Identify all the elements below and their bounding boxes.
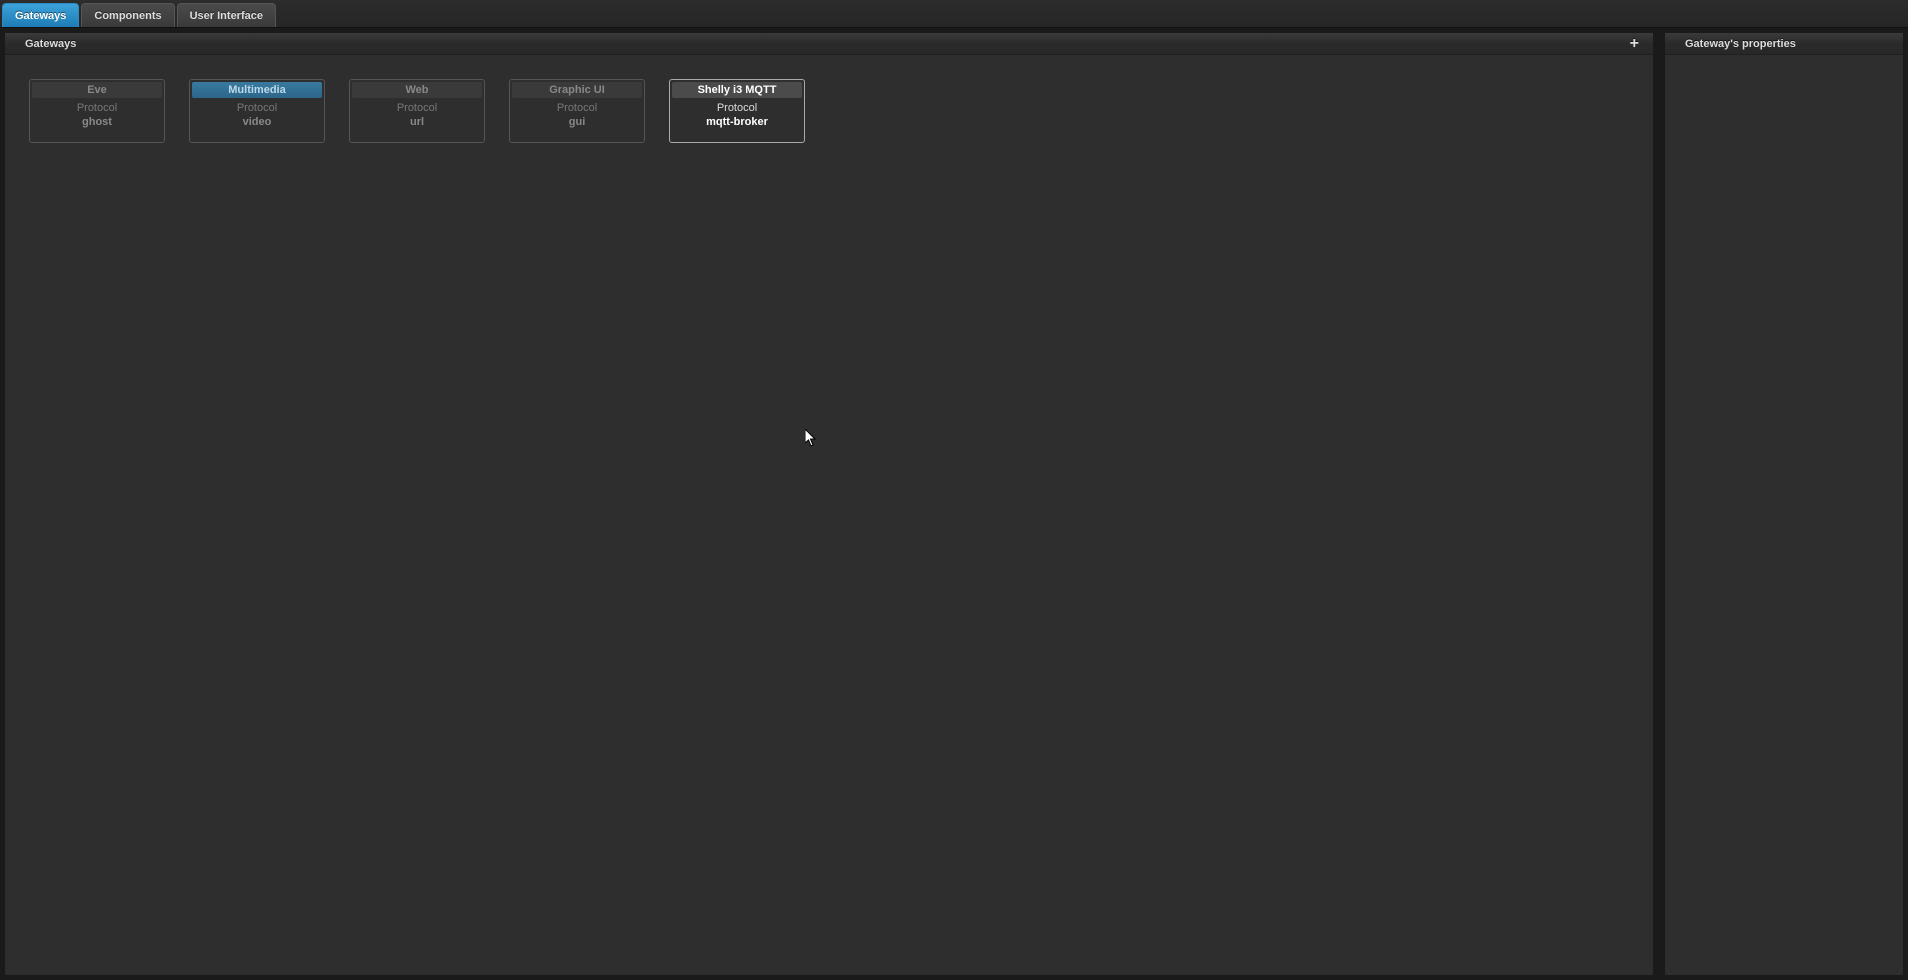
gateway-card[interactable]: Eve Protocol ghost bbox=[29, 79, 165, 143]
gateway-card-title: Web bbox=[352, 82, 482, 98]
gateway-card-protocol-label: Protocol bbox=[77, 102, 117, 114]
gateway-card-protocol-value: mqtt-broker bbox=[706, 116, 768, 128]
gateway-card-title: Shelly i3 MQTT bbox=[672, 82, 802, 98]
gateways-panel-title: Gateways bbox=[25, 38, 76, 50]
tab-gateways[interactable]: Gateways bbox=[2, 3, 79, 27]
gateway-card[interactable]: Web Protocol url bbox=[349, 79, 485, 143]
tab-components[interactable]: Components bbox=[81, 3, 174, 27]
gateway-card-protocol-label: Protocol bbox=[717, 102, 757, 114]
gateway-card-title: Graphic UI bbox=[512, 82, 642, 98]
gateway-card-protocol-label: Protocol bbox=[237, 102, 277, 114]
properties-panel: Gateway's properties bbox=[1664, 32, 1904, 976]
gateway-card-protocol-value: ghost bbox=[82, 116, 112, 128]
gateway-card[interactable]: Multimedia Protocol video bbox=[189, 79, 325, 143]
properties-panel-header: Gateway's properties bbox=[1665, 33, 1903, 55]
properties-body bbox=[1665, 55, 1903, 975]
gateway-card-protocol-label: Protocol bbox=[397, 102, 437, 114]
gateway-card-protocol-label: Protocol bbox=[557, 102, 597, 114]
gateway-card-title: Eve bbox=[32, 82, 162, 98]
gateway-card[interactable]: Shelly i3 MQTT Protocol mqtt-broker bbox=[669, 79, 805, 143]
top-tab-bar: Gateways Components User Interface bbox=[0, 0, 1908, 28]
content-wrap: Gateways + Eve Protocol ghost Multimedia Pro… bbox=[0, 28, 1908, 980]
main-panel: Gateways + Eve Protocol ghost Multimedia Pro… bbox=[4, 32, 1904, 976]
gateway-card-title: Multimedia bbox=[192, 82, 322, 98]
add-gateway-button[interactable]: + bbox=[1626, 36, 1643, 52]
gateway-card-protocol-value: gui bbox=[569, 116, 586, 128]
tab-user-interface[interactable]: User Interface bbox=[177, 3, 276, 27]
app-root: Gateways Components User Interface Gatew… bbox=[0, 0, 1908, 980]
gateways-list: Eve Protocol ghost Multimedia Protocol video W… bbox=[5, 55, 1653, 975]
gateway-card[interactable]: Graphic UI Protocol gui bbox=[509, 79, 645, 143]
gateways-panel-header: Gateways + bbox=[5, 33, 1653, 55]
gateway-card-protocol-value: url bbox=[410, 116, 424, 128]
gateway-card-protocol-value: video bbox=[243, 116, 272, 128]
properties-panel-title: Gateway's properties bbox=[1685, 38, 1796, 50]
gateways-panel: Gateways + Eve Protocol ghost Multimedia Pro… bbox=[4, 32, 1654, 976]
